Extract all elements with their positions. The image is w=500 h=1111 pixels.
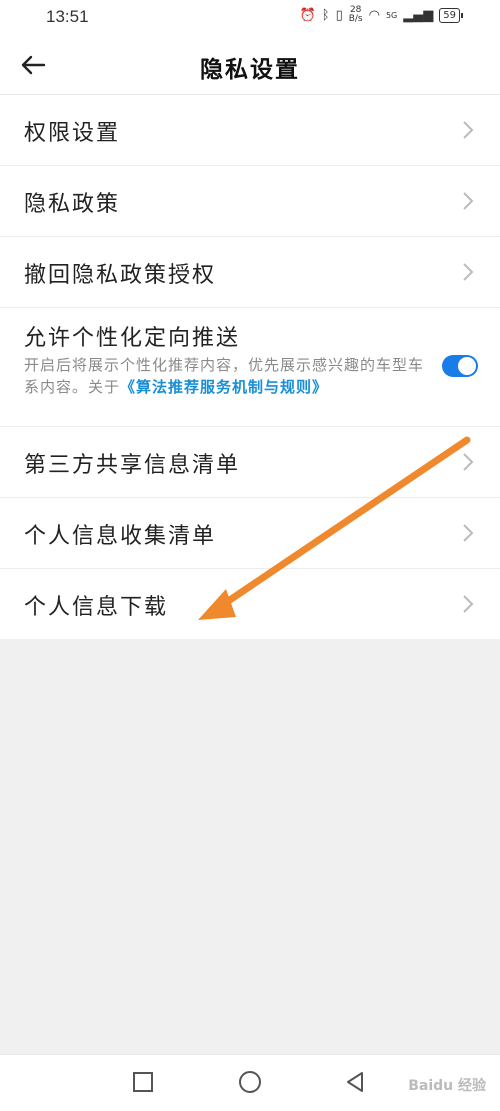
home-icon[interactable] — [237, 1069, 263, 1095]
net-speed: 28 B/s — [348, 5, 363, 24]
chevron-right-icon — [463, 121, 474, 139]
chevron-right-icon — [463, 524, 474, 542]
navigation-bar: Baidu 经验 — [0, 1054, 500, 1111]
alarm-icon: ⏰ — [299, 7, 316, 23]
revoke-authorization-label: 撤回隐私政策授权 — [24, 263, 217, 288]
info-collection-label: 个人信息收集清单 — [24, 524, 217, 549]
revoke-authorization-row[interactable]: 撤回隐私政策授权 — [0, 237, 500, 308]
chevron-right-icon — [463, 595, 474, 613]
back-icon[interactable] — [342, 1069, 368, 1095]
info-collection-row[interactable]: 个人信息收集清单 — [0, 498, 500, 569]
info-download-row[interactable]: 个人信息下载 — [0, 569, 500, 639]
third-party-sharing-label: 第三方共享信息清单 — [24, 453, 241, 478]
signal-label: 5G — [385, 10, 398, 20]
permission-settings-label: 权限设置 — [24, 121, 121, 146]
personalized-push-label: 允许个性化定向推送 — [24, 326, 241, 351]
status-time: 13:51 — [46, 7, 89, 26]
algorithm-rules-link[interactable]: 《算法推荐服务机制与规则》 — [120, 378, 328, 396]
privacy-policy-row[interactable]: 隐私政策 — [0, 166, 500, 237]
third-party-sharing-row[interactable]: 第三方共享信息清单 — [0, 427, 500, 498]
privacy-policy-label: 隐私政策 — [24, 192, 121, 217]
chevron-right-icon — [463, 192, 474, 210]
bluetooth-icon: ᛒ — [321, 7, 330, 23]
wifi-icon: ◠ — [368, 7, 380, 23]
vibrate-icon: ▯ — [335, 7, 343, 23]
personalized-push-toggle[interactable] — [442, 355, 478, 377]
settings-list: 权限设置 隐私政策 撤回隐私政策授权 允许个性化定向推送 开启后将展示个性化推荐… — [0, 95, 500, 639]
toggle-knob — [458, 357, 476, 375]
battery-icon: 59 — [439, 7, 463, 23]
chevron-right-icon — [463, 453, 474, 471]
header: 隐私设置 — [0, 36, 500, 95]
personalized-push-description: 开启后将展示个性化推荐内容，优先展示感兴趣的车型车系内容。关于《算法推荐服务机制… — [24, 356, 425, 396]
watermark: Baidu 经验 — [408, 1078, 486, 1094]
recent-apps-icon[interactable] — [130, 1069, 156, 1095]
personalized-push-row: 允许个性化定向推送 开启后将展示个性化推荐内容，优先展示感兴趣的车型车系内容。关… — [0, 308, 500, 427]
status-bar: 13:51 ⏰ ᛒ ▯ 28 B/s ◠ 5G ▂▄▆ 59 — [0, 0, 500, 36]
status-icons: ⏰ ᛒ ▯ 28 B/s ◠ 5G ▂▄▆ 59 — [299, 5, 463, 24]
page-title: 隐私设置 — [200, 57, 300, 83]
signal-icon: ▂▄▆ — [403, 7, 434, 23]
permission-settings-row[interactable]: 权限设置 — [0, 95, 500, 166]
chevron-right-icon — [463, 263, 474, 281]
info-download-label: 个人信息下载 — [24, 595, 169, 620]
